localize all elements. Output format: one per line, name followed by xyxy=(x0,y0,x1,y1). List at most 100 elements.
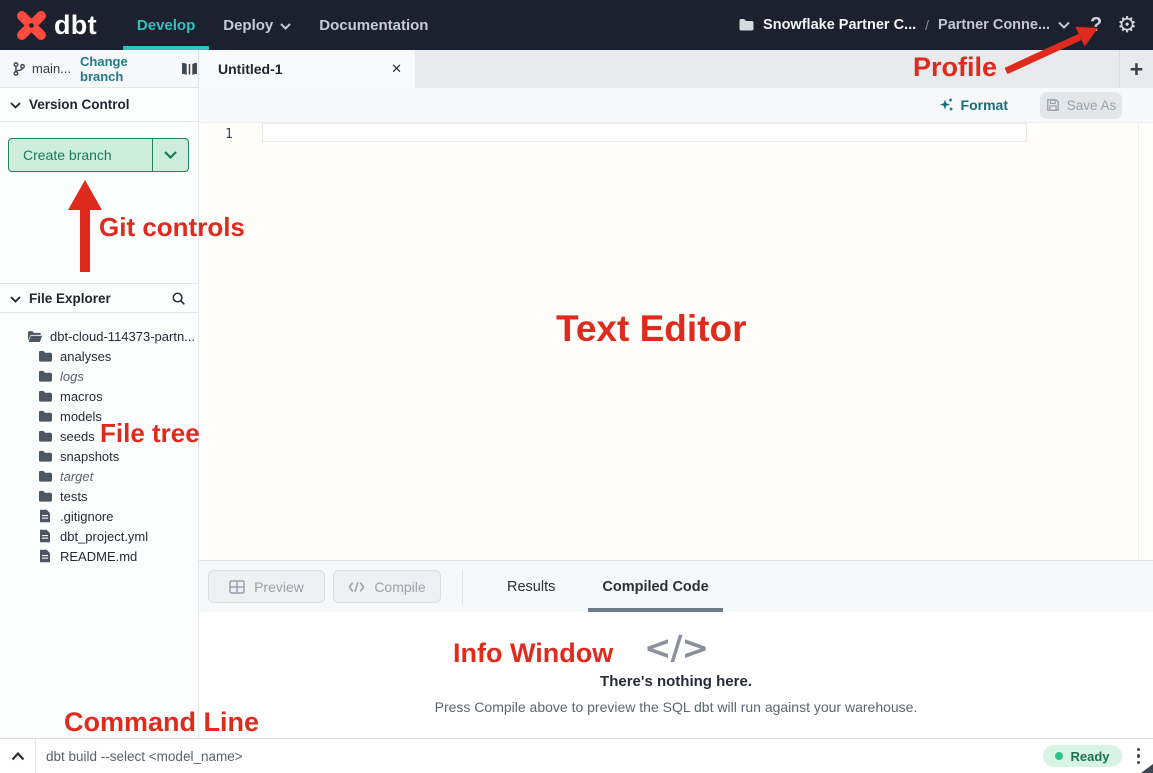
create-branch-button[interactable]: Create branch xyxy=(8,138,189,172)
chevron-down-icon xyxy=(280,17,291,34)
kebab-menu-icon[interactable] xyxy=(1137,748,1141,765)
format-label: Format xyxy=(961,97,1008,113)
tree-item--gitignore[interactable]: .gitignore xyxy=(0,506,198,526)
folder-icon xyxy=(37,390,53,403)
tree-item-label: analyses xyxy=(60,349,111,364)
current-branch-label: main... xyxy=(32,61,71,76)
folder-icon xyxy=(37,490,53,503)
status-dot-icon xyxy=(1055,752,1063,760)
compile-label: Compile xyxy=(374,579,425,595)
change-branch-link[interactable]: Change branch xyxy=(80,54,170,84)
tree-item-logs[interactable]: logs xyxy=(0,366,198,386)
version-control-header[interactable]: Version Control xyxy=(0,88,198,122)
main-nav: Develop Deploy Documentation xyxy=(123,0,443,50)
command-line-bar: Ready xyxy=(0,738,1153,773)
sparkle-icon xyxy=(938,97,954,113)
tab-untitled-1[interactable]: Untitled-1 ✕ xyxy=(199,50,415,88)
empty-state-hint: Press Compile above to preview the SQL d… xyxy=(199,699,1153,715)
top-navbar: dbt Develop Deploy Documentation Snowfla… xyxy=(0,0,1153,50)
tree-item-models[interactable]: models xyxy=(0,406,198,426)
toolbar-divider xyxy=(462,570,463,604)
folder-icon xyxy=(37,410,53,423)
project-account: Snowflake Partner C... xyxy=(763,17,916,33)
folder-icon xyxy=(37,350,53,363)
tree-item-analyses[interactable]: analyses xyxy=(0,346,198,366)
tab-title: Untitled-1 xyxy=(218,61,283,77)
breadcrumb-separator: / xyxy=(925,17,929,33)
save-icon xyxy=(1046,98,1060,112)
docs-book-icon[interactable] xyxy=(181,62,198,76)
nav-item-develop[interactable]: Develop xyxy=(123,0,209,50)
gear-icon[interactable]: ⚙ xyxy=(1117,14,1137,36)
tab-label: Compiled Code xyxy=(602,579,708,595)
code-icon xyxy=(348,581,365,593)
dbt-logo-icon xyxy=(15,9,48,42)
folder-icon xyxy=(37,370,53,383)
tree-item-readme-md[interactable]: README.md xyxy=(0,546,198,566)
format-button[interactable]: Format xyxy=(938,97,1008,113)
search-icon[interactable] xyxy=(171,291,186,306)
tree-item-label: snapshots xyxy=(60,449,119,464)
save-as-button[interactable]: Save As xyxy=(1040,92,1122,119)
tree-item-seeds[interactable]: seeds xyxy=(0,426,198,446)
tree-item-target[interactable]: target xyxy=(0,466,198,486)
info-window-toolbar: Preview Compile Results Compiled Code xyxy=(199,560,1153,612)
file-icon xyxy=(37,509,53,523)
tree-item-label: logs xyxy=(60,369,84,384)
folder-icon xyxy=(37,470,53,483)
nav-item-label: Develop xyxy=(137,17,195,34)
nav-item-documentation[interactable]: Documentation xyxy=(305,0,442,50)
project-environment: Partner Conne... xyxy=(938,17,1050,33)
chevron-down-icon xyxy=(1058,16,1070,34)
tree-item-label: models xyxy=(60,409,102,424)
text-editor[interactable]: 1 xyxy=(199,123,1153,560)
git-branch-icon xyxy=(12,61,26,77)
tree-item-label: .gitignore xyxy=(60,509,113,524)
version-control-title: Version Control xyxy=(29,97,130,112)
folder-icon xyxy=(37,450,53,463)
editor-scroll-gutter xyxy=(1138,123,1139,560)
file-icon xyxy=(37,529,53,543)
file-explorer-header[interactable]: File Explorer xyxy=(0,283,198,313)
tree-item-snapshots[interactable]: snapshots xyxy=(0,446,198,466)
tree-item-macros[interactable]: macros xyxy=(0,386,198,406)
tree-item-dbt-cloud-114373-partn-[interactable]: dbt-cloud-114373-partn... xyxy=(0,326,198,346)
new-tab-button[interactable]: + xyxy=(1119,50,1153,88)
create-branch-menu-button[interactable] xyxy=(152,139,188,171)
chevron-down-icon xyxy=(164,146,177,164)
compile-button[interactable]: Compile xyxy=(333,570,441,603)
help-icon[interactable]: ? xyxy=(1090,14,1102,37)
logo-text: dbt xyxy=(54,10,97,41)
chevron-down-icon xyxy=(10,291,21,306)
tab-compiled-code[interactable]: Compiled Code xyxy=(602,561,708,612)
tree-item-label: macros xyxy=(60,389,103,404)
save-as-label: Save As xyxy=(1067,98,1117,113)
editor-active-line[interactable] xyxy=(262,123,1027,142)
code-icon: </> xyxy=(199,628,1153,667)
tree-item-label: README.md xyxy=(60,549,137,564)
close-icon[interactable]: ✕ xyxy=(391,61,402,77)
tree-item-dbt-project-yml[interactable]: dbt_project.yml xyxy=(0,526,198,546)
tree-item-label: seeds xyxy=(60,429,95,444)
tab-results[interactable]: Results xyxy=(507,561,555,612)
dbt-logo[interactable]: dbt xyxy=(15,9,97,42)
tree-item-tests[interactable]: tests xyxy=(0,486,198,506)
line-number: 1 xyxy=(225,127,233,142)
tree-item-label: dbt_project.yml xyxy=(60,529,148,544)
file-tree: dbt-cloud-114373-partn... analyses logs mac… xyxy=(0,313,198,566)
status-label: Ready xyxy=(1070,749,1109,764)
create-branch-label: Create branch xyxy=(23,147,112,163)
file-explorer-title: File Explorer xyxy=(29,291,163,306)
chevron-down-icon xyxy=(10,97,21,112)
branch-row: main... Change branch xyxy=(0,50,199,88)
project-switcher[interactable]: Snowflake Partner C... / Partner Conne..… xyxy=(738,16,1070,34)
editor-toolbar: Format Save As xyxy=(199,88,1153,123)
tree-item-label: dbt-cloud-114373-partn... xyxy=(50,329,195,344)
tab-label: Results xyxy=(507,579,555,595)
nav-item-deploy[interactable]: Deploy xyxy=(209,0,305,50)
preview-button[interactable]: Preview xyxy=(208,570,325,603)
command-input[interactable] xyxy=(46,749,1043,764)
file-icon xyxy=(37,549,53,563)
expand-command-panel-button[interactable] xyxy=(0,739,36,773)
resize-grip-icon[interactable] xyxy=(1141,764,1153,773)
